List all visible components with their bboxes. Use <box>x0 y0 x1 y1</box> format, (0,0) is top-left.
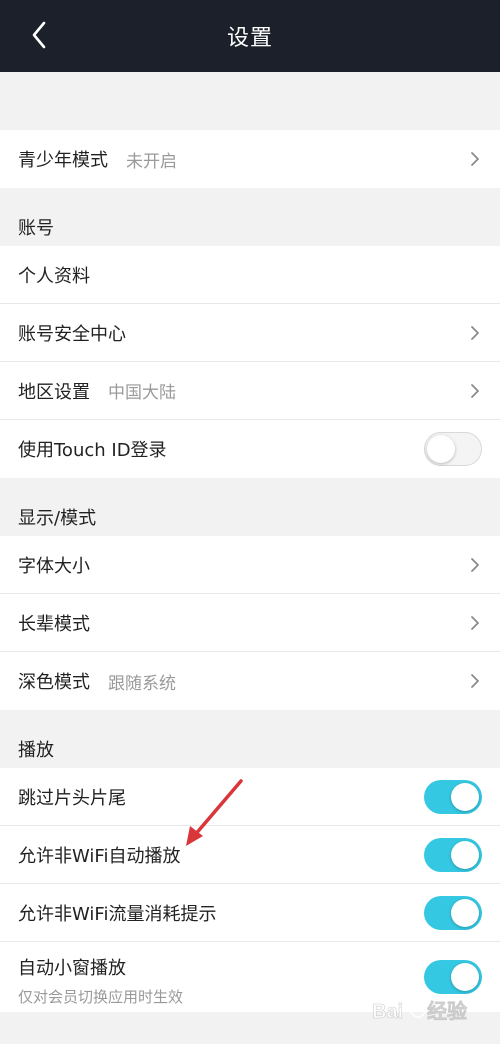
header-bar: 设置 <box>0 0 500 72</box>
non-wifi-data-prompt-row: 允许非WiFi流量消耗提示 <box>0 884 500 942</box>
toggle-knob <box>451 840 479 869</box>
auto-mini-window-desc: 仅对会员切换应用时生效 <box>18 988 184 1006</box>
font-size-label: 字体大小 <box>18 555 90 577</box>
account-security-label: 账号安全中心 <box>18 323 126 345</box>
toggle-knob <box>427 435 455 463</box>
chevron-right-icon <box>468 671 482 691</box>
profile-row[interactable]: 个人资料 <box>0 246 500 304</box>
auto-mini-window-label: 自动小窗播放 <box>18 958 126 979</box>
top-spacer <box>0 72 500 130</box>
dark-mode-row[interactable]: 深色模式 跟随系统 <box>0 652 500 710</box>
chevron-right-icon <box>468 613 482 633</box>
section-heading-account: 账号 <box>18 218 54 239</box>
elder-mode-row[interactable]: 长辈模式 <box>0 594 500 652</box>
chevron-right-icon <box>468 555 482 575</box>
youth-mode-label: 青少年模式 <box>18 150 108 171</box>
chevron-left-icon <box>32 21 46 49</box>
toggle-knob <box>451 898 479 927</box>
svg-text:经验: 经验 <box>427 999 467 1023</box>
youth-group: 青少年模式 未开启 <box>0 130 500 188</box>
chevron-right-icon <box>468 381 482 401</box>
touch-id-row: 使用Touch ID登录 <box>0 420 500 478</box>
skip-intro-label: 跳过片头片尾 <box>18 787 126 809</box>
baidu-watermark-logo: Bai 经验 <box>372 999 467 1024</box>
section-heading-display: 显示/模式 <box>18 508 97 529</box>
skip-intro-row: 跳过片头片尾 <box>0 768 500 826</box>
region-row[interactable]: 地区设置 中国大陆 <box>0 362 500 420</box>
section-heading-playback: 播放 <box>18 740 54 761</box>
display-group: 字体大小 长辈模式 深色模式 跟随系统 <box>0 536 500 710</box>
svg-text:Bai: Bai <box>372 1001 403 1023</box>
account-group: 个人资料 账号安全中心 地区设置 中国大陆 使用Touch ID登录 <box>0 246 500 478</box>
toggle-knob <box>451 963 479 991</box>
skip-intro-toggle[interactable] <box>424 779 482 814</box>
youth-mode-value: 未开启 <box>126 151 177 172</box>
region-value: 中国大陆 <box>108 383 176 403</box>
dark-mode-value: 跟随系统 <box>108 673 176 694</box>
playback-group: 跳过片头片尾 允许非WiFi自动播放 允许非WiFi流量消耗提示 自动小窗播放 … <box>0 768 500 1012</box>
non-wifi-autoplay-toggle[interactable] <box>424 837 482 872</box>
toggle-knob <box>451 782 479 811</box>
elder-mode-label: 长辈模式 <box>18 613 90 635</box>
chevron-right-icon <box>468 149 482 169</box>
non-wifi-autoplay-label: 允许非WiFi自动播放 <box>18 845 181 867</box>
touch-id-toggle[interactable] <box>424 432 482 466</box>
font-size-row[interactable]: 字体大小 <box>0 536 500 594</box>
page-title: 设置 <box>226 26 273 51</box>
non-wifi-autoplay-row: 允许非WiFi自动播放 <box>0 826 500 884</box>
profile-label: 个人资料 <box>18 265 90 287</box>
dark-mode-label: 深色模式 <box>18 672 90 693</box>
chevron-right-icon <box>468 323 482 343</box>
non-wifi-data-prompt-toggle[interactable] <box>424 895 482 930</box>
non-wifi-data-prompt-label: 允许非WiFi流量消耗提示 <box>18 903 217 925</box>
touch-id-label: 使用Touch ID登录 <box>18 440 167 461</box>
region-label: 地区设置 <box>18 381 90 403</box>
auto-mini-window-toggle[interactable] <box>424 960 482 994</box>
account-security-row[interactable]: 账号安全中心 <box>0 304 500 362</box>
youth-mode-row[interactable]: 青少年模式 未开启 <box>0 130 500 188</box>
back-button[interactable] <box>22 18 56 52</box>
